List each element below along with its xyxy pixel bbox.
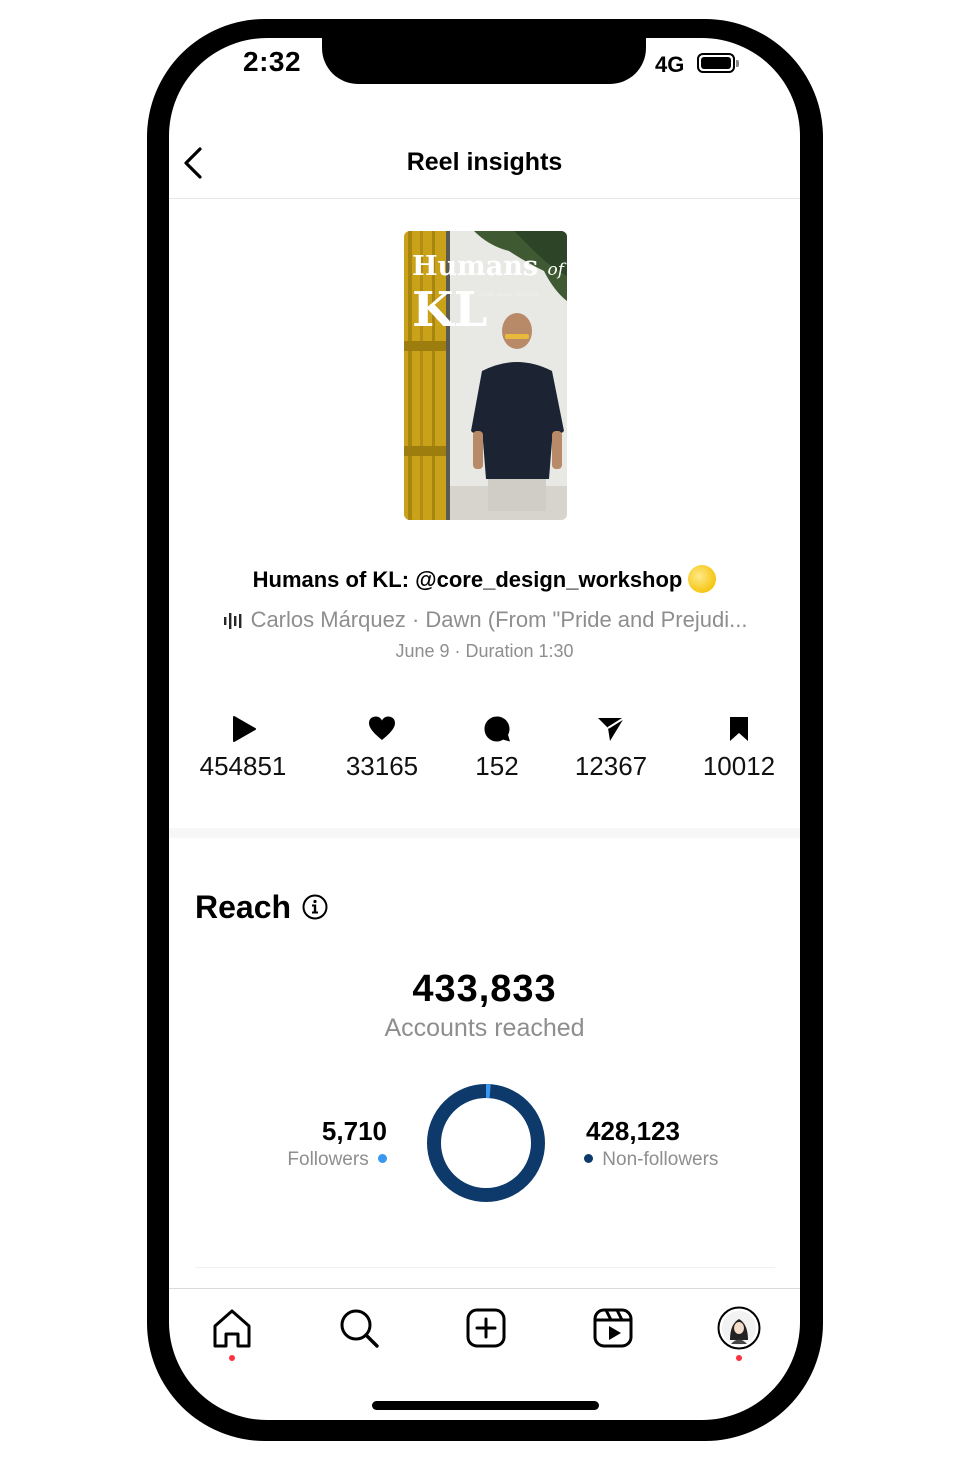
reach-donut-chart bbox=[427, 1084, 545, 1202]
reel-caption: Humans of KL: @core_design_workshop bbox=[169, 565, 800, 593]
create-icon bbox=[466, 1308, 506, 1348]
home-indicator bbox=[372, 1401, 599, 1410]
stat-comments: 152 bbox=[437, 715, 557, 782]
accounts-reached-value: 433,833 bbox=[412, 968, 557, 1010]
followers-value: 5,710 bbox=[321, 1116, 387, 1146]
stat-shares: 12367 bbox=[551, 715, 671, 782]
reel-caption-text: Humans of KL: @core_design_workshop bbox=[252, 567, 683, 592]
donut-nonfollowers-arc bbox=[427, 1084, 545, 1202]
audio-wave-icon bbox=[223, 613, 241, 629]
saves-count: 10012 bbox=[702, 751, 776, 781]
page-title: Reel insights bbox=[406, 148, 563, 176]
status-time: 2:32 bbox=[243, 46, 302, 77]
followers-dot bbox=[378, 1154, 387, 1163]
stat-saves: 10012 bbox=[679, 715, 799, 782]
info-icon bbox=[302, 894, 328, 920]
nav-search[interactable] bbox=[337, 1306, 381, 1350]
likes-count: 33165 bbox=[345, 751, 419, 781]
nonfollowers-value: 428,123 bbox=[586, 1116, 680, 1146]
home-icon bbox=[213, 1309, 251, 1348]
profile-avatar bbox=[717, 1306, 761, 1350]
section-divider-2 bbox=[195, 1267, 775, 1268]
reel-meta: June 9 · Duration 1:30 bbox=[395, 641, 574, 661]
heart-icon bbox=[369, 716, 395, 740]
thumbnail-handle: @core_design_workshop bbox=[478, 292, 539, 298]
nav-home[interactable] bbox=[210, 1306, 254, 1350]
thumbnail-title-line1: Humans bbox=[412, 251, 539, 282]
accounts-reached-label: Accounts reached bbox=[384, 1014, 585, 1042]
thumbnail-title-line2: KL bbox=[412, 282, 488, 338]
comment-icon bbox=[484, 716, 510, 742]
thumbnail-title-of: of bbox=[547, 260, 564, 280]
info-button[interactable] bbox=[302, 894, 328, 920]
plays-count: 454851 bbox=[199, 751, 287, 781]
followers-legend: Followers bbox=[287, 1149, 387, 1171]
emoji-icon bbox=[688, 565, 717, 593]
reels-icon bbox=[593, 1308, 633, 1348]
notch bbox=[322, 19, 646, 84]
reel-audio-text: Carlos Márquez · Dawn (From "Pride and P… bbox=[250, 607, 748, 632]
section-divider bbox=[169, 828, 800, 838]
search-icon bbox=[340, 1309, 379, 1348]
reel-thumbnail[interactable]: Humans of KL @core_design_workshop bbox=[404, 231, 567, 520]
play-icon bbox=[233, 716, 256, 742]
nav-reels[interactable] bbox=[591, 1306, 635, 1350]
reach-title: Reach bbox=[195, 889, 292, 925]
nav-divider bbox=[169, 1288, 800, 1289]
status-network: 4G bbox=[655, 52, 685, 77]
nonfollowers-dot bbox=[584, 1154, 593, 1163]
shares-count: 12367 bbox=[574, 751, 648, 781]
header-divider bbox=[169, 198, 800, 199]
stat-likes: 33165 bbox=[322, 715, 442, 782]
nonfollowers-legend: Non-followers bbox=[584, 1149, 718, 1171]
home-notification-dot bbox=[229, 1355, 235, 1361]
comments-count: 152 bbox=[475, 751, 519, 781]
profile-notification-dot bbox=[736, 1355, 742, 1361]
nonfollowers-label: Non-followers bbox=[602, 1149, 719, 1170]
nav-create[interactable] bbox=[464, 1306, 508, 1350]
stat-plays: 454851 bbox=[183, 715, 303, 782]
reel-audio[interactable]: Carlos Márquez · Dawn (From "Pride and P… bbox=[190, 607, 780, 633]
followers-label: Followers bbox=[287, 1149, 369, 1170]
battery-icon bbox=[697, 53, 739, 73]
send-icon bbox=[598, 717, 625, 741]
nav-profile[interactable] bbox=[717, 1306, 761, 1350]
bookmark-icon bbox=[730, 717, 748, 741]
